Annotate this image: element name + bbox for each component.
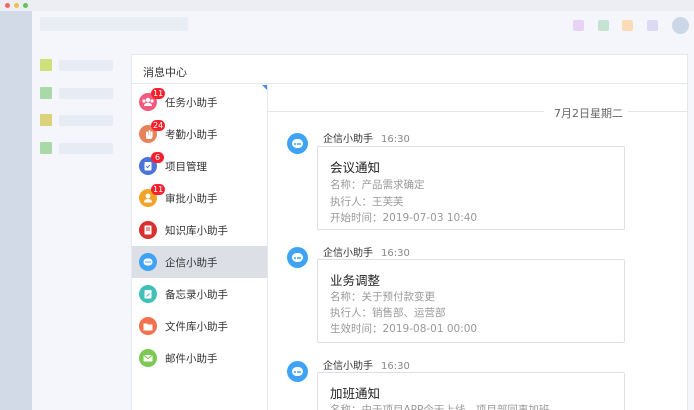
toolbar-icon-2[interactable] [598, 20, 609, 31]
divider-line [628, 111, 688, 112]
category-item-attendance[interactable]: 24 考勤小助手 [132, 118, 267, 150]
divider-line [268, 111, 544, 112]
sidebar-item-2[interactable] [40, 87, 113, 99]
memo-icon [139, 285, 157, 303]
category-label: 考勤小助手 [165, 129, 218, 141]
nav-label-placeholder [59, 88, 113, 99]
category-item-files[interactable]: 文件库小助手 [132, 310, 267, 342]
toolbar-icon-1[interactable] [573, 20, 584, 31]
unread-badge: 11 [151, 184, 166, 195]
nav-square-icon [40, 114, 52, 126]
message-title: 会议通知 [330, 160, 381, 175]
category-label: 审批小助手 [165, 193, 218, 205]
chat-icon [292, 367, 303, 376]
mail-icon [139, 349, 157, 367]
nav-label-placeholder [59, 115, 113, 126]
message-meta: 企信小助手 16:30 [323, 130, 410, 145]
message-meta: 企信小助手 16:30 [323, 244, 410, 259]
category-label: 文件库小助手 [165, 321, 228, 333]
message-card[interactable]: 业务调整 名称：关于预付款变更 执行人：销售部、运营部 生效时间：2019-08… [317, 259, 625, 343]
folder-icon [139, 317, 157, 335]
category-item-knowledge[interactable]: 知识库小助手 [132, 214, 267, 246]
category-label: 知识库小助手 [165, 225, 228, 237]
sidebar-item-3[interactable] [40, 114, 113, 126]
nav-label-placeholder [59, 60, 113, 71]
message-card[interactable]: 会议通知 名称：产品需求确定 执行人：王芙芙 开始时间：2019-07-03 1… [317, 146, 625, 230]
message-time: 16:30 [381, 361, 410, 372]
category-label: 项目管理 [165, 161, 207, 173]
chat-icon [292, 139, 303, 148]
category-label: 邮件小助手 [165, 353, 218, 365]
toolbar-icon-3[interactable] [622, 20, 633, 31]
sidebar-item-4[interactable] [40, 142, 113, 154]
unread-badge: 6 [151, 152, 164, 163]
sender-name: 企信小助手 [323, 361, 373, 372]
date-divider: 7月2日星期二 [268, 105, 688, 120]
message-title: 业务调整 [330, 273, 381, 288]
category-label: 备忘录小助手 [165, 289, 228, 301]
sender-name: 企信小助手 [323, 248, 373, 259]
sidebar-item-1[interactable] [40, 59, 113, 71]
unread-badge: 11 [151, 88, 166, 99]
chat-icon [292, 253, 303, 262]
left-rail [0, 11, 32, 410]
category-list: 11 任务小助手 24 考勤小助手 6 项目管理 11 审批小助手 知识库小助手… [132, 85, 268, 410]
unread-badge: 24 [151, 120, 166, 131]
nav-square-icon [40, 142, 52, 154]
close-window-button[interactable] [5, 3, 10, 8]
maximize-window-button[interactable] [23, 3, 28, 8]
category-item-mail[interactable]: 邮件小助手 [132, 342, 267, 374]
date-label: 7月2日星期二 [554, 107, 623, 120]
toolbar-icon-4[interactable] [647, 20, 658, 31]
message-field: 名称：产品需求确定 [330, 179, 425, 191]
message-meta: 企信小助手 16:30 [323, 357, 410, 372]
message-field: 生效时间：2019-08-01 00:00 [330, 323, 478, 335]
category-item-task[interactable]: 11 任务小助手 [132, 86, 267, 118]
avatar[interactable] [672, 17, 689, 34]
panel-title: 消息中心 [132, 55, 687, 84]
nav-square-icon [40, 87, 52, 99]
message-title: 加班通知 [330, 386, 381, 401]
category-item-memo[interactable]: 备忘录小助手 [132, 278, 267, 310]
nav-label-placeholder [59, 143, 113, 154]
sender-name: 企信小助手 [323, 134, 373, 145]
book-icon [139, 221, 157, 239]
message-field: 名称：由于项目APP今天上线，项目部同事加班 [330, 404, 550, 410]
message-field: 执行人：王芙芙 [330, 196, 404, 208]
message-card[interactable]: 加班通知 名称：由于项目APP今天上线，项目部同事加班 [317, 372, 625, 410]
message-field: 执行人：销售部、运营部 [330, 307, 446, 319]
message-field: 开始时间：2019-07-03 10:40 [330, 212, 478, 224]
category-label: 企信小助手 [165, 257, 218, 269]
category-item-approval[interactable]: 11 审批小助手 [132, 182, 267, 214]
category-item-qixin[interactable]: 企信小助手 [132, 246, 267, 278]
search-input[interactable] [40, 17, 188, 31]
message-time: 16:30 [381, 134, 410, 145]
sender-avatar[interactable] [287, 361, 308, 382]
minimize-window-button[interactable] [14, 3, 19, 8]
category-label: 任务小助手 [165, 97, 218, 109]
category-item-project[interactable]: 6 项目管理 [132, 150, 267, 182]
nav-square-icon [40, 59, 52, 71]
message-field: 名称：关于预付款变更 [330, 291, 435, 303]
sender-avatar[interactable] [287, 247, 308, 268]
chat-icon [139, 253, 157, 271]
sender-avatar[interactable] [287, 133, 308, 154]
window-titlebar [0, 0, 694, 11]
message-time: 16:30 [381, 248, 410, 259]
